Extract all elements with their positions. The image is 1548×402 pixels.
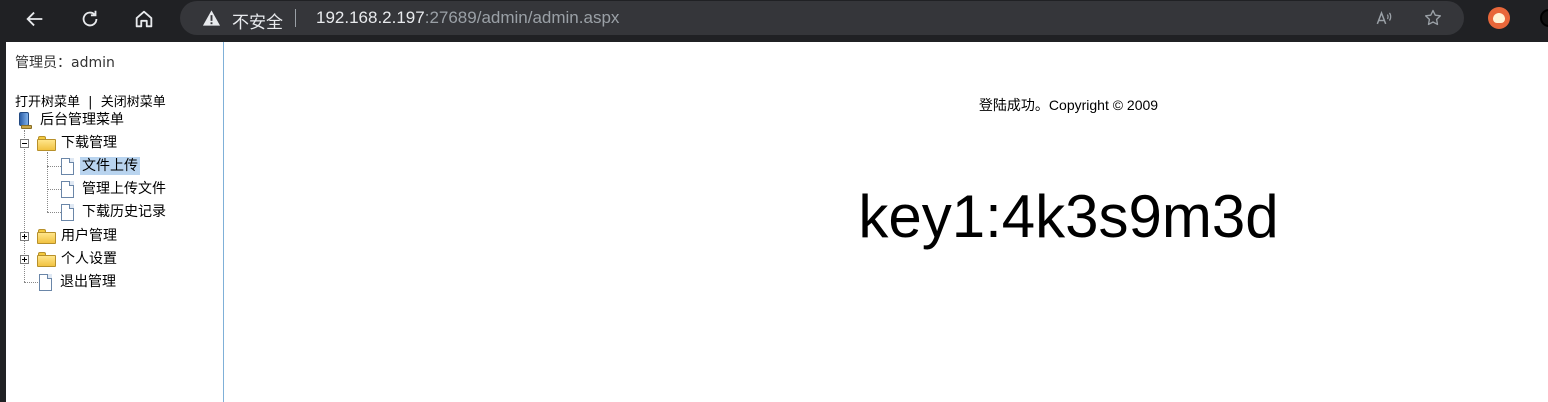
tree-label-download-history[interactable]: 下载历史记录	[80, 203, 168, 221]
document-icon	[60, 157, 75, 175]
favorite-star-icon[interactable]	[1422, 7, 1444, 29]
tree-connector	[47, 189, 61, 190]
browser-toolbar: 不安全 192.168.2.197:27689/admin/admin.aspx	[0, 0, 1548, 38]
read-aloud-icon[interactable]	[1373, 7, 1395, 29]
expand-toggle-icon[interactable]	[20, 232, 29, 241]
tree-node-personal-settings[interactable]: 个人设置	[37, 249, 119, 269]
profile-icon[interactable]	[1540, 9, 1548, 27]
tree-node-root[interactable]: 后台管理菜单	[17, 110, 126, 130]
address-divider	[295, 9, 296, 27]
tree-label-manage-uploaded-files[interactable]: 管理上传文件	[80, 180, 168, 198]
tree-label-logout[interactable]: 退出管理	[58, 273, 118, 291]
tree-label-personal-settings[interactable]: 个人设置	[59, 250, 119, 268]
expand-toggle-icon[interactable]	[20, 255, 29, 264]
document-icon	[60, 203, 75, 221]
tree-connector	[47, 152, 48, 212]
computer-icon	[17, 111, 34, 130]
tree-label-user-management[interactable]: 用户管理	[59, 227, 119, 245]
open-tree-link[interactable]: 打开树菜单	[15, 95, 80, 110]
tree-label-file-upload[interactable]: 文件上传	[80, 157, 140, 175]
folder-icon	[37, 251, 56, 267]
extension-icon[interactable]	[1488, 7, 1510, 29]
url-text[interactable]: 192.168.2.197:27689/admin/admin.aspx	[316, 8, 619, 28]
key-text: key1:4k3s9m3d	[858, 183, 1279, 250]
home-icon[interactable]	[129, 4, 159, 34]
document-icon	[60, 180, 75, 198]
tree-control-divider: |	[88, 95, 93, 110]
tree-node-download-management[interactable]: 下载管理	[37, 133, 119, 153]
back-arrow-icon[interactable]	[20, 4, 50, 34]
tree-node-manage-uploaded-files[interactable]: 管理上传文件	[60, 179, 168, 199]
tree-connector	[24, 282, 38, 283]
tree-node-download-history[interactable]: 下载历史记录	[60, 202, 168, 222]
tree-node-user-management[interactable]: 用户管理	[37, 226, 119, 246]
tree-connector	[47, 166, 61, 167]
left-menu-frame: 管理员：admin 打开树菜单 | 关闭树菜单 后台管理菜单 下载管理 文件上传	[6, 42, 224, 402]
close-tree-link[interactable]: 关闭树菜单	[101, 95, 166, 110]
admin-user-label: 管理员：admin	[15, 55, 115, 71]
tree-label-download-management[interactable]: 下载管理	[59, 134, 119, 152]
security-status-label[interactable]: 不安全	[232, 8, 283, 33]
tree-root-label[interactable]: 后台管理菜单	[38, 111, 126, 129]
folder-icon	[37, 228, 56, 244]
tree-connector	[47, 212, 61, 213]
main-content-frame: 登陆成功。Copyright © 2009 key1:4k3s9m3d	[225, 42, 1548, 402]
tree-node-file-upload[interactable]: 文件上传	[60, 156, 140, 176]
page-viewport: 管理员：admin 打开树菜单 | 关闭树菜单 后台管理菜单 下载管理 文件上传	[6, 42, 1548, 402]
tree-controls: 打开树菜单 | 关闭树菜单	[15, 91, 166, 110]
login-success-copyright: 登陆成功。Copyright © 2009	[978, 97, 1159, 113]
refresh-icon[interactable]	[75, 4, 105, 34]
tree-node-logout[interactable]: 退出管理	[38, 272, 118, 292]
address-bar[interactable]: 不安全 192.168.2.197:27689/admin/admin.aspx	[180, 1, 1464, 35]
warning-icon[interactable]	[202, 9, 221, 27]
collapse-toggle-icon[interactable]	[20, 139, 29, 148]
document-icon	[38, 273, 53, 291]
folder-open-icon	[37, 135, 56, 151]
